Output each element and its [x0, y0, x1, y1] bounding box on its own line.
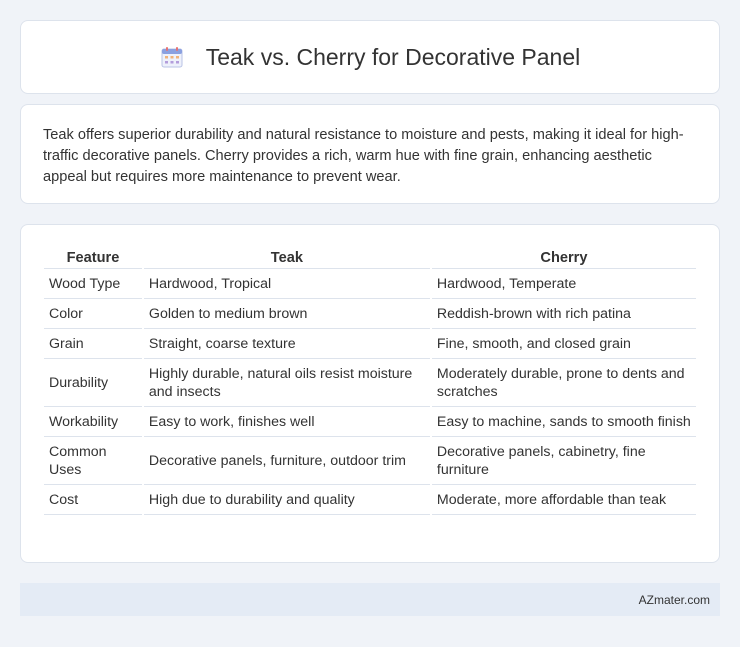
table-row: Cost High due to durability and quality …: [44, 485, 696, 515]
table-header-row: Feature Teak Cherry: [44, 245, 696, 269]
feature-cell: Cost: [44, 485, 142, 515]
table-row: Workability Easy to work, finishes well …: [44, 407, 696, 437]
header-teak: Teak: [143, 245, 430, 269]
title-wrap: Teak vs. Cherry for Decorative Panel: [160, 43, 581, 71]
intro-card: Teak offers superior durability and natu…: [20, 104, 720, 204]
cherry-cell: Reddish-brown with rich patina: [431, 299, 696, 329]
cherry-cell: Hardwood, Temperate: [431, 269, 696, 299]
feature-cell: Durability: [44, 359, 142, 407]
table-row: Wood Type Hardwood, Tropical Hardwood, T…: [44, 269, 696, 299]
header-feature: Feature: [44, 245, 142, 269]
feature-cell: Grain: [44, 329, 142, 359]
footer: AZmater.com: [20, 583, 720, 616]
comparison-table: Feature Teak Cherry Wood Type Hardwood, …: [42, 245, 698, 515]
table-row: Grain Straight, coarse texture Fine, smo…: [44, 329, 696, 359]
table-row: Color Golden to medium brown Reddish-bro…: [44, 299, 696, 329]
feature-cell: Workability: [44, 407, 142, 437]
teak-cell: High due to durability and quality: [143, 485, 430, 515]
cherry-cell: Fine, smooth, and closed grain: [431, 329, 696, 359]
cherry-cell: Decorative panels, cabinetry, fine furni…: [431, 437, 696, 485]
calendar-icon: [160, 45, 184, 69]
teak-cell: Hardwood, Tropical: [143, 269, 430, 299]
table-row: Durability Highly durable, natural oils …: [44, 359, 696, 407]
feature-cell: Common Uses: [44, 437, 142, 485]
table-row: Common Uses Decorative panels, furniture…: [44, 437, 696, 485]
footer-brand: AZmater.com: [638, 592, 710, 607]
feature-cell: Color: [44, 299, 142, 329]
teak-cell: Highly durable, natural oils resist mois…: [143, 359, 430, 407]
header-cherry: Cherry: [431, 245, 696, 269]
feature-cell: Wood Type: [44, 269, 142, 299]
table-card: Feature Teak Cherry Wood Type Hardwood, …: [20, 224, 720, 563]
cherry-cell: Moderately durable, prone to dents and s…: [431, 359, 696, 407]
teak-cell: Easy to work, finishes well: [143, 407, 430, 437]
page-title: Teak vs. Cherry for Decorative Panel: [205, 43, 581, 70]
teak-cell: Decorative panels, furniture, outdoor tr…: [143, 437, 430, 485]
teak-cell: Golden to medium brown: [143, 299, 430, 329]
teak-cell: Straight, coarse texture: [143, 329, 430, 359]
cherry-cell: Easy to machine, sands to smooth finish: [431, 407, 696, 437]
cherry-cell: Moderate, more affordable than teak: [431, 485, 696, 515]
title-card: Teak vs. Cherry for Decorative Panel: [20, 20, 720, 94]
intro-text: Teak offers superior durability and natu…: [43, 127, 684, 185]
